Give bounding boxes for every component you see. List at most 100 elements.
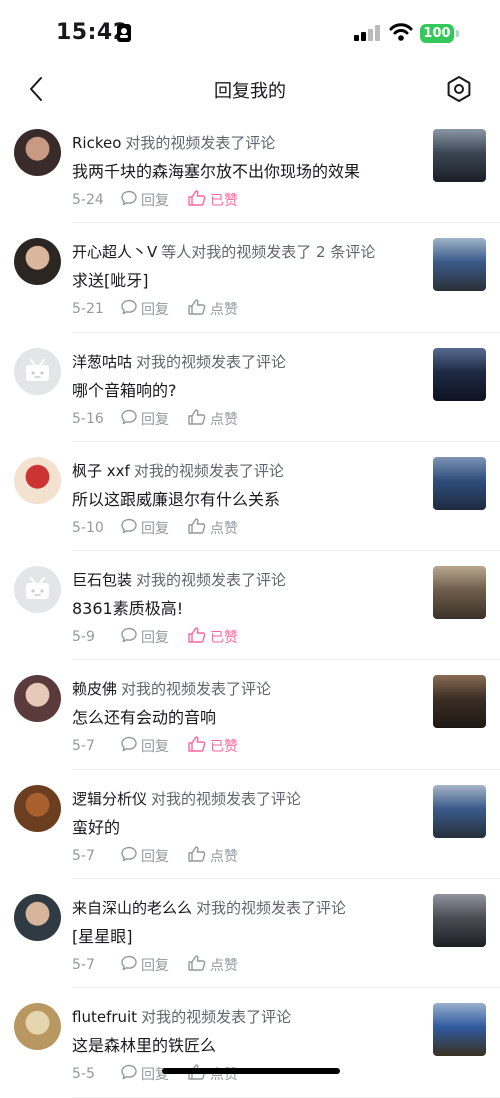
video-thumbnail[interactable] [433, 894, 486, 948]
comment-bubble-icon [120, 1063, 141, 1085]
username[interactable]: 逻辑分析仪 [72, 790, 147, 808]
reply-button[interactable]: 回复 [120, 845, 169, 867]
reply-header: 巨石包装 对我的视频发表了评论 [72, 569, 286, 590]
like-button[interactable]: 点赞 [187, 408, 238, 430]
video-thumbnail[interactable] [433, 347, 486, 401]
comment-bubble-icon [120, 298, 141, 320]
like-button[interactable]: 点赞 [187, 954, 238, 976]
comment-text[interactable]: 哪个音箱响的? [72, 377, 177, 401]
page-title: 回复我的 [214, 81, 286, 102]
user-avatar[interactable] [14, 238, 61, 286]
user-avatar[interactable] [14, 894, 61, 942]
video-thumbnail[interactable] [433, 129, 486, 182]
username[interactable]: 开心超人丶V [72, 243, 157, 261]
reply-action-text: 对我的视频发表了评论 [136, 352, 287, 371]
reply-button[interactable]: 回复 [120, 626, 169, 648]
like-button[interactable]: 已赞 [187, 735, 238, 757]
video-thumbnail[interactable] [433, 566, 486, 620]
username[interactable]: 枫子 xxf [72, 462, 130, 480]
reply-header: 逻辑分析仪 对我的视频发表了评论 [72, 788, 301, 809]
user-avatar[interactable] [14, 784, 61, 832]
reply-item[interactable]: 赖皮佛 对我的视频发表了评论 怎么还有会动的音响 5-7 回复 已赞 [0, 660, 500, 771]
thumbs-up-icon [187, 954, 210, 976]
reply-item[interactable]: 来自深山的老么么 对我的视频发表了评论 [星星眼] 5-7 回复 点赞 [0, 879, 500, 989]
username[interactable]: 来自深山的老么么 [72, 899, 192, 917]
thumbs-up-icon [187, 189, 210, 211]
comment-text[interactable]: 求送[呲牙] [72, 267, 149, 291]
comment-text[interactable]: 所以这跟威廉退尔有什么关系 [72, 486, 280, 510]
reply-button[interactable]: 回复 [120, 954, 169, 976]
reply-date: 5-10 [72, 519, 104, 536]
video-thumbnail[interactable] [433, 675, 486, 729]
reply-meta: 5-7 回复 点赞 [72, 846, 256, 866]
comment-bubble-icon [120, 517, 141, 539]
reply-date: 5-7 [72, 738, 95, 755]
settings-hexagon-icon[interactable] [444, 74, 474, 104]
comment-bubble-icon [120, 954, 141, 976]
battery-indicator: 100 [420, 24, 454, 43]
like-button[interactable]: 点赞 [187, 298, 238, 320]
reply-date: 5-9 [72, 629, 95, 646]
comment-bubble-icon [120, 408, 141, 430]
reply-date: 5-5 [72, 1066, 95, 1083]
like-button[interactable]: 点赞 [187, 517, 238, 539]
reply-item[interactable]: 巨石包装 对我的视频发表了评论 8361素质极高! 5-9 回复 已赞 [0, 551, 500, 661]
nav-bar: 回复我的 [0, 64, 500, 114]
thumbs-up-icon [187, 517, 210, 539]
comment-text[interactable]: 怎么还有会动的音响 [72, 704, 216, 728]
reply-item[interactable]: 洋葱咕咕 对我的视频发表了评论 哪个音箱响的? 5-16 回复 点赞 [0, 333, 500, 443]
like-button[interactable]: 点赞 [187, 845, 238, 867]
username[interactable]: 洋葱咕咕 [72, 353, 132, 371]
username[interactable]: 巨石包装 [72, 571, 132, 589]
user-avatar[interactable] [14, 129, 61, 176]
comment-bubble-icon [120, 189, 141, 211]
like-button[interactable]: 已赞 [187, 189, 238, 211]
reply-item[interactable]: 逻辑分析仪 对我的视频发表了评论 蛮好的 5-7 回复 点赞 [0, 770, 500, 880]
user-avatar[interactable] [14, 456, 61, 504]
reply-button-label: 回复 [141, 520, 169, 537]
reply-button-label: 回复 [141, 958, 169, 975]
like-button-label: 点赞 [210, 958, 238, 975]
reply-item[interactable]: 开心超人丶V 等人对我的视频发表了 2 条评论 求送[呲牙] 5-21 回复 点赞 [0, 223, 500, 333]
default-avatar-icon[interactable] [14, 347, 61, 395]
reply-action-text: 等人对我的视频发表了 2 条评论 [161, 243, 376, 262]
username[interactable]: Rickeo [72, 134, 121, 152]
reply-item[interactable]: 枫子 xxf 对我的视频发表了评论所以这跟威廉退尔有什么关系 5-10 回复 点赞 [0, 442, 500, 552]
reply-button[interactable]: 回复 [120, 735, 169, 757]
username[interactable]: flutefruit [72, 1008, 137, 1026]
reply-button[interactable]: 回复 [120, 189, 169, 211]
video-thumbnail[interactable] [433, 238, 486, 292]
comment-text[interactable]: 这是森林里的铁匠么 [72, 1032, 216, 1056]
thumbs-up-icon [187, 735, 210, 757]
username[interactable]: 赖皮佛 [72, 680, 117, 698]
like-button[interactable]: 点赞 [187, 1063, 238, 1085]
reply-header: Rickeo 对我的视频发表了评论 [72, 132, 275, 153]
reply-button-label: 回复 [141, 193, 169, 209]
comment-text[interactable]: [星星眼] [72, 923, 133, 947]
reply-button[interactable]: 回复 [120, 298, 169, 320]
home-indicator[interactable] [162, 1068, 340, 1074]
reply-button[interactable]: 回复 [120, 408, 169, 430]
default-avatar-icon[interactable] [14, 566, 61, 614]
reply-item[interactable]: Rickeo 对我的视频发表了评论我两千块的森海塞尔放不出你现场的效果 5-24 回复… [0, 114, 500, 224]
id-card-icon [117, 24, 131, 42]
reply-date: 5-24 [72, 192, 104, 208]
video-thumbnail[interactable] [433, 1003, 486, 1057]
user-avatar[interactable] [14, 675, 61, 723]
comment-text[interactable]: 8361素质极高! [72, 595, 183, 619]
reply-date: 5-21 [72, 301, 104, 318]
reply-action-text: 对我的视频发表了评论 [133, 461, 284, 480]
reply-item[interactable]: flutefruit 对我的视频发表了评论 这是森林里的铁匠么 5-5 回复 点赞 [0, 988, 500, 1098]
video-thumbnail[interactable] [433, 456, 486, 510]
cellular-signal-icon [354, 25, 382, 41]
video-thumbnail[interactable] [433, 784, 486, 838]
user-avatar[interactable] [14, 1003, 61, 1051]
like-button[interactable]: 已赞 [187, 626, 238, 648]
reply-header: 洋葱咕咕 对我的视频发表了评论 [72, 351, 286, 372]
reply-button[interactable]: 回复 [120, 517, 169, 539]
reply-button[interactable]: 回复 [120, 1063, 169, 1085]
status-bar: 15:42 100 [0, 0, 500, 64]
comment-text[interactable]: 我两千块的森海塞尔放不出你现场的效果 [72, 158, 360, 182]
like-button-label: 点赞 [210, 520, 238, 537]
comment-text[interactable]: 蛮好的 [72, 814, 120, 838]
